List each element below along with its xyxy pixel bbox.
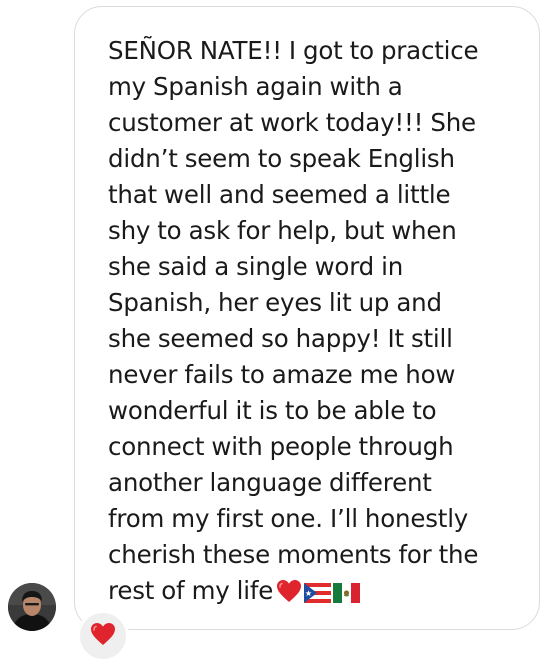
message-body: SEÑOR NATE!! I got to practice my Spanis… — [108, 36, 479, 605]
puerto-rico-flag-icon — [304, 577, 332, 613]
mexico-flag-icon — [333, 577, 361, 613]
heart-reaction[interactable] — [77, 610, 129, 662]
message-text: SEÑOR NATE!! I got to practice my Spanis… — [108, 33, 528, 613]
red-heart-icon — [276, 577, 302, 613]
sender-avatar[interactable] — [8, 583, 56, 631]
message-thread: SEÑOR NATE!! I got to practice my Spanis… — [0, 0, 548, 666]
red-heart-icon — [90, 622, 116, 650]
trailing-emojis — [276, 577, 361, 613]
message-bubble[interactable]: SEÑOR NATE!! I got to practice my Spanis… — [74, 6, 540, 630]
